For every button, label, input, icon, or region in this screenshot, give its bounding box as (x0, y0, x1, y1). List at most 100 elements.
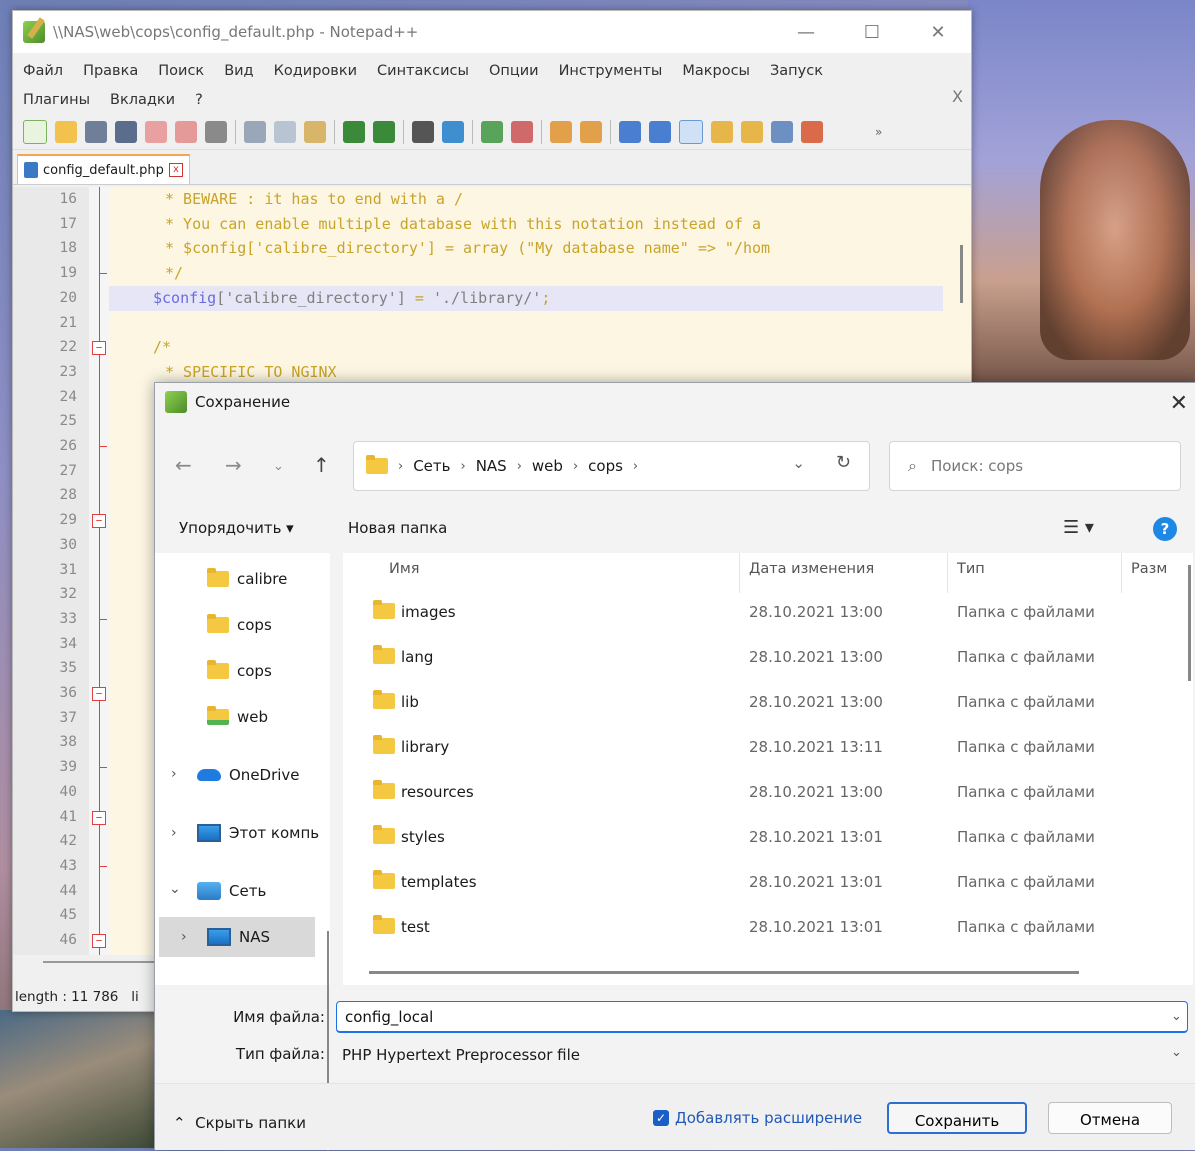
dialog-titlebar[interactable]: Сохранение (165, 391, 290, 413)
language-icon[interactable] (711, 121, 733, 143)
file-row[interactable]: styles 28.10.2021 13:01 Папка с файлами (343, 816, 1193, 861)
breadcrumb-cops[interactable]: cops (588, 457, 623, 475)
address-bar[interactable]: › Сеть › NAS › web › cops › ⌄ ↻ (353, 441, 870, 491)
redo-icon[interactable] (373, 121, 395, 143)
close-window-button[interactable]: ✕ (905, 22, 971, 43)
hide-folders-button[interactable]: ⌃ Скрыть папки (173, 1114, 306, 1132)
dialog-close-button[interactable]: ✕ (1170, 391, 1188, 416)
menu-help[interactable]: ? (195, 86, 203, 115)
address-history-chevron-icon[interactable]: ⌄ (792, 454, 805, 472)
cancel-button[interactable]: Отмена (1048, 1102, 1172, 1134)
close-file-icon[interactable] (145, 121, 167, 143)
menu-window[interactable]: Вкладки (110, 86, 175, 115)
menu-macro[interactable]: Макросы (682, 57, 750, 86)
menu-plugins[interactable]: Плагины (23, 86, 90, 115)
fold-collapse-icon[interactable]: − (92, 687, 106, 701)
filename-input[interactable] (336, 1001, 1188, 1033)
print-icon[interactable] (205, 121, 227, 143)
menu-tools[interactable]: Инструменты (559, 57, 663, 86)
new-file-icon[interactable] (23, 120, 47, 144)
word-wrap-icon[interactable] (619, 121, 641, 143)
nav-item-calibre[interactable]: calibre (207, 559, 287, 599)
find-icon[interactable] (412, 121, 434, 143)
filetype-dropdown-chevron-icon[interactable]: ⌄ (1171, 1045, 1182, 1060)
breadcrumb-network[interactable]: Сеть (413, 457, 450, 475)
file-row[interactable]: resources 28.10.2021 13:00 Папка с файлами (343, 771, 1193, 816)
menu-language[interactable]: Синтаксисы (377, 57, 469, 86)
menu-encoding[interactable]: Кодировки (274, 57, 357, 86)
replace-icon[interactable] (442, 121, 464, 143)
menu-settings[interactable]: Опции (489, 57, 539, 86)
file-list-vertical-scrollbar[interactable] (1188, 565, 1191, 681)
function-list-icon[interactable] (771, 121, 793, 143)
file-row[interactable]: templates 28.10.2021 13:01 Папка с файлами (343, 861, 1193, 906)
column-header-type[interactable]: Тип (957, 561, 985, 577)
file-row[interactable]: lang 28.10.2021 13:00 Папка с файлами (343, 636, 1193, 681)
collapse-chevron-icon[interactable]: ⌄ (169, 881, 181, 897)
sync-vertical-icon[interactable] (550, 121, 572, 143)
menu-view[interactable]: Вид (224, 57, 253, 86)
fold-collapse-icon[interactable]: − (92, 514, 106, 528)
toolbar-overflow-icon[interactable]: » (875, 125, 882, 139)
copy-icon[interactable] (274, 121, 296, 143)
indent-guide-icon[interactable] (679, 120, 703, 144)
nav-item-cops[interactable]: cops (207, 605, 272, 645)
paste-icon[interactable] (304, 121, 326, 143)
expand-chevron-icon[interactable]: › (171, 825, 177, 841)
tab-config-default[interactable]: config_default.php x (17, 154, 190, 184)
view-options-icon[interactable]: ☰ ▾ (1063, 517, 1094, 538)
npp-titlebar[interactable]: \\NAS\web\cops\config_default.php - Note… (13, 11, 971, 53)
nav-item-network[interactable]: Сеть (197, 871, 266, 911)
file-list-horizontal-scrollbar[interactable] (369, 971, 1079, 974)
new-folder-button[interactable]: Новая папка (348, 519, 447, 537)
breadcrumb-chevron-icon[interactable]: › (398, 459, 403, 474)
sync-horizontal-icon[interactable] (580, 121, 602, 143)
filetype-select[interactable]: PHP Hypertext Preprocessor file (336, 1039, 1194, 1071)
nav-item-web[interactable]: web (207, 697, 268, 737)
cut-icon[interactable] (244, 121, 266, 143)
file-row[interactable]: test 28.10.2021 13:01 Папка с файлами (343, 906, 1193, 951)
open-file-icon[interactable] (55, 121, 77, 143)
maximize-button[interactable]: ☐ (839, 22, 905, 43)
file-row[interactable]: library 28.10.2021 13:11 Папка с файлами (343, 726, 1193, 771)
nav-item-this-pc[interactable]: Этот компь (197, 813, 319, 853)
organize-button[interactable]: Упорядочить ▾ (179, 519, 294, 537)
breadcrumb-chevron-icon[interactable]: › (633, 459, 638, 474)
nav-item-onedrive[interactable]: OneDrive (197, 755, 300, 795)
editor-scrollbar-thumb[interactable] (960, 245, 963, 303)
undo-icon[interactable] (343, 121, 365, 143)
up-arrow-icon[interactable]: ↑ (313, 453, 330, 477)
save-button[interactable]: Сохранить (887, 1102, 1027, 1134)
breadcrumb-chevron-icon[interactable]: › (460, 459, 465, 474)
fold-collapse-icon[interactable]: − (92, 341, 106, 355)
breadcrumb-chevron-icon[interactable]: › (517, 459, 522, 474)
column-divider[interactable] (947, 553, 948, 593)
macro-record-icon[interactable] (801, 121, 823, 143)
breadcrumb-chevron-icon[interactable]: › (573, 459, 578, 474)
column-divider[interactable] (1121, 553, 1122, 593)
menubar-close-button[interactable]: X (952, 87, 963, 106)
menu-run[interactable]: Запуск (770, 57, 823, 86)
zoom-in-icon[interactable] (481, 121, 503, 143)
expand-chevron-icon[interactable]: › (171, 766, 177, 782)
tab-close-icon[interactable]: x (168, 163, 183, 177)
breadcrumb-web[interactable]: web (532, 457, 563, 475)
column-divider[interactable] (739, 553, 740, 593)
minimize-button[interactable]: — (773, 22, 839, 43)
menu-search[interactable]: Поиск (158, 57, 204, 86)
filename-dropdown-chevron-icon[interactable]: ⌄ (1171, 1009, 1182, 1024)
zoom-out-icon[interactable] (511, 121, 533, 143)
forward-arrow-icon[interactable]: → (225, 453, 242, 477)
fold-collapse-icon[interactable]: − (92, 934, 106, 948)
column-header-size[interactable]: Разм (1131, 561, 1167, 577)
help-icon[interactable]: ? (1153, 517, 1177, 541)
close-all-icon[interactable] (175, 121, 197, 143)
column-header-name[interactable]: Имя (389, 561, 420, 577)
save-icon[interactable] (85, 121, 107, 143)
recent-locations-chevron-icon[interactable]: ⌄ (273, 459, 284, 474)
show-all-chars-icon[interactable] (649, 121, 671, 143)
menu-edit[interactable]: Правка (83, 57, 138, 86)
nav-item-cops-2[interactable]: cops (207, 651, 272, 691)
back-arrow-icon[interactable]: ← (175, 453, 192, 477)
expand-chevron-icon[interactable]: › (181, 929, 187, 945)
